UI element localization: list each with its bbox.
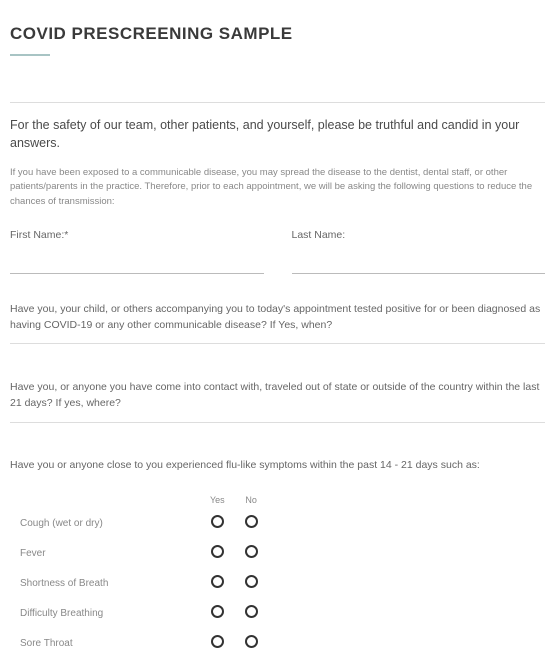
symptom-label: Sore Throat bbox=[10, 629, 200, 659]
symptom-row: Fever bbox=[10, 539, 268, 569]
radio-no[interactable] bbox=[245, 545, 258, 558]
symptom-label: Shortness of Breath bbox=[10, 569, 200, 599]
name-row: First Name:* Last Name: bbox=[10, 229, 545, 274]
symptom-table: Yes No Cough (wet or dry)FeverShortness … bbox=[10, 491, 268, 659]
radio-yes[interactable] bbox=[211, 605, 224, 618]
radio-yes[interactable] bbox=[211, 515, 224, 528]
symptom-row: Cough (wet or dry) bbox=[10, 509, 268, 539]
symptom-row: Difficulty Breathing bbox=[10, 599, 268, 629]
symptom-label: Difficulty Breathing bbox=[10, 599, 200, 629]
radio-no[interactable] bbox=[245, 575, 258, 588]
symptom-row: Sore Throat bbox=[10, 629, 268, 659]
header-no: No bbox=[235, 491, 268, 509]
header-yes: Yes bbox=[200, 491, 235, 509]
radio-no[interactable] bbox=[245, 515, 258, 528]
question-travel: Have you, or anyone you have come into c… bbox=[10, 380, 545, 423]
last-name-label: Last Name: bbox=[292, 229, 546, 241]
notice-text: If you have been exposed to a communicab… bbox=[10, 166, 545, 209]
divider bbox=[10, 102, 545, 103]
symptom-label: Fever bbox=[10, 539, 200, 569]
last-name-input[interactable] bbox=[292, 249, 546, 274]
intro-text: For the safety of our team, other patien… bbox=[10, 117, 545, 152]
title-underline bbox=[10, 54, 50, 56]
radio-no[interactable] bbox=[245, 635, 258, 648]
symptom-row: Shortness of Breath bbox=[10, 569, 268, 599]
radio-yes[interactable] bbox=[211, 545, 224, 558]
radio-no[interactable] bbox=[245, 605, 258, 618]
symptom-label: Cough (wet or dry) bbox=[10, 509, 200, 539]
page-title: COVID PRESCREENING SAMPLE bbox=[10, 24, 545, 44]
question-diagnosis: Have you, your child, or others accompan… bbox=[10, 302, 545, 345]
first-name-label: First Name:* bbox=[10, 229, 264, 241]
radio-yes[interactable] bbox=[211, 575, 224, 588]
radio-yes[interactable] bbox=[211, 635, 224, 648]
first-name-input[interactable] bbox=[10, 249, 264, 274]
symptom-intro: Have you or anyone close to you experien… bbox=[10, 459, 545, 471]
